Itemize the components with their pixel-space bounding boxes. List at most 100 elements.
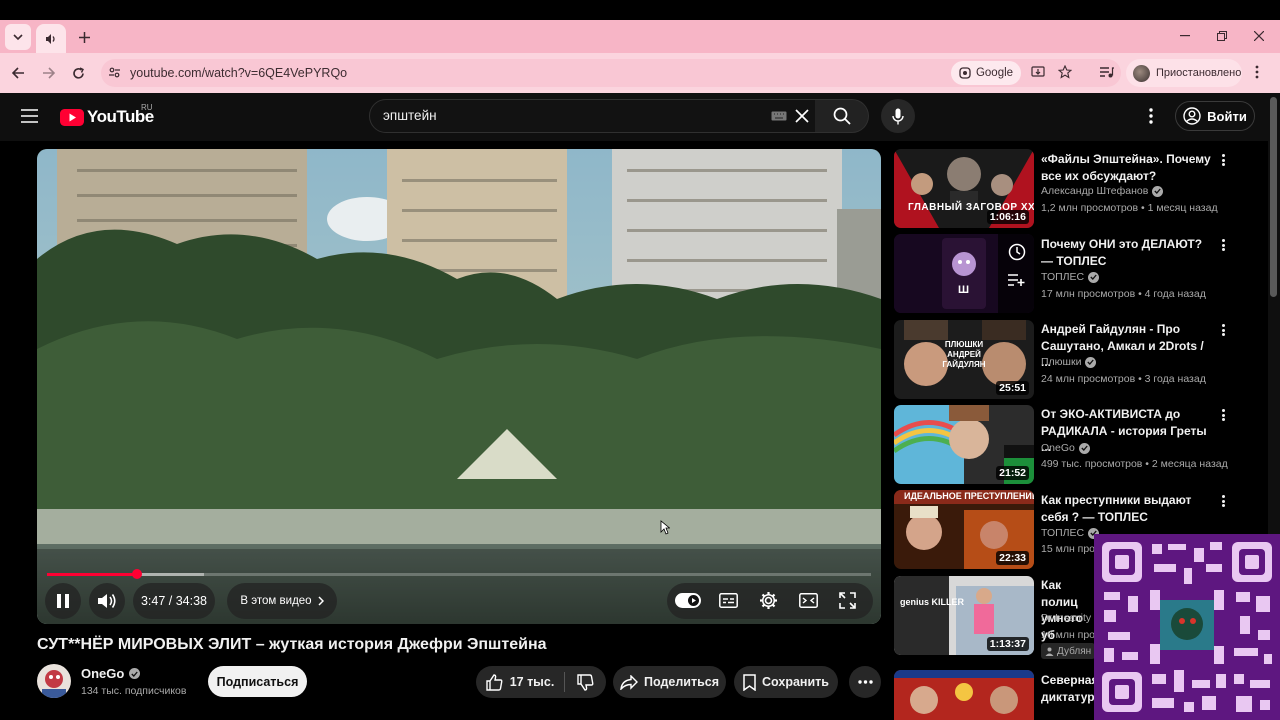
- recommendation-title[interactable]: Северная диктатур: [1041, 672, 1097, 705]
- reload-button[interactable]: [65, 60, 91, 86]
- channel-name[interactable]: OneGo: [81, 666, 124, 681]
- chapters-button[interactable]: В этом видео: [227, 583, 337, 619]
- recommendation-thumbnail[interactable]: genius KILLER 1:13:37: [894, 576, 1034, 655]
- active-tab[interactable]: [36, 24, 66, 53]
- recommendation-channel[interactable]: OneGo: [1041, 442, 1090, 454]
- recommendation-meta: 16 млн про: [1041, 629, 1096, 641]
- minimize-button[interactable]: [1172, 23, 1198, 49]
- chevron-right-icon: [318, 596, 324, 606]
- search-box[interactable]: эпштейн: [369, 99, 816, 133]
- new-tab-button[interactable]: [71, 24, 97, 50]
- pause-button[interactable]: [45, 583, 81, 619]
- add-to-queue-icon[interactable]: [1008, 273, 1026, 287]
- theater-icon: [799, 593, 818, 608]
- forward-button[interactable]: [35, 60, 61, 86]
- recommendation-thumbnail[interactable]: 21:52: [894, 405, 1034, 484]
- voice-search-button[interactable]: [881, 99, 915, 133]
- more-options-icon[interactable]: [1216, 152, 1230, 168]
- restore-icon: [1217, 31, 1227, 41]
- url-text[interactable]: youtube.com/watch?v=6QE4VePYRQo: [130, 66, 347, 80]
- chevron-down-icon: [13, 34, 23, 41]
- channel-name: OneGo: [1041, 442, 1075, 454]
- save-button[interactable]: Сохранить: [734, 666, 838, 698]
- recommendation-thumbnail[interactable]: ИДЕАЛЬНОЕ ПРЕСТУПЛЕНИЕ 22:33: [894, 490, 1034, 569]
- google-chip-label: Google: [975, 67, 1014, 79]
- google-lens-chip[interactable]: Google: [951, 61, 1021, 85]
- recommendation-thumbnail[interactable]: Ш: [894, 234, 1034, 313]
- recommendation-thumbnail[interactable]: [894, 670, 1034, 720]
- search-input[interactable]: эпштейн: [383, 108, 437, 123]
- more-options-icon[interactable]: [1216, 322, 1230, 338]
- thumbnail-caption: Ш: [958, 284, 970, 296]
- verified-icon: [1078, 442, 1090, 454]
- more-options-icon[interactable]: [1216, 407, 1230, 423]
- settings-menu-icon[interactable]: [1149, 108, 1153, 124]
- recommendation-meta: 1,2 млн просмотров • 1 месяц назад: [1041, 202, 1218, 214]
- recommendation-thumbnail[interactable]: ПЛЮШКИ АНДРЕЙ ГАЙДУЛЯН 25:51: [894, 320, 1034, 399]
- clear-search-icon[interactable]: [795, 109, 809, 123]
- scrollbar-thumb[interactable]: [1270, 97, 1277, 297]
- more-options-icon[interactable]: [1216, 493, 1230, 509]
- recommendation-channel[interactable]: Александр Штефанов: [1041, 185, 1164, 197]
- subscriber-count: 134 тыс. подписчиков: [81, 685, 187, 697]
- thumbnail-image: [894, 670, 1034, 720]
- settings-button[interactable]: [759, 591, 778, 610]
- keyboard-icon[interactable]: [771, 111, 787, 121]
- dubbed-label: Дублян: [1057, 645, 1092, 657]
- media-queue-icon[interactable]: [1099, 65, 1114, 79]
- subscribe-button[interactable]: Подписаться: [208, 666, 307, 697]
- qr-code-overlay: [1094, 534, 1280, 720]
- account-icon: [1183, 107, 1201, 125]
- recommendation-thumbnail[interactable]: ГЛАВНЫЙ ЗАГОВОР XXI ВЕКА 1:06:16: [894, 149, 1034, 228]
- tab-search-button[interactable]: [5, 24, 31, 50]
- recommendation-channel[interactable]: ТОПЛЕС: [1041, 271, 1100, 283]
- channel-name: ТОПЛЕС: [1041, 271, 1085, 283]
- thumbnail-caption: ИДЕАЛЬНОЕ ПРЕСТУПЛЕНИЕ: [904, 491, 1034, 501]
- qr-code-image: [1094, 534, 1280, 720]
- restore-button[interactable]: [1209, 23, 1235, 49]
- dislike-button[interactable]: [566, 666, 604, 698]
- site-info-icon[interactable]: [108, 66, 121, 79]
- profile-button[interactable]: Приостановлено: [1126, 59, 1242, 87]
- autoplay-toggle[interactable]: [675, 593, 701, 608]
- signin-label: Войти: [1207, 108, 1247, 124]
- minimize-icon: [1180, 35, 1190, 37]
- person-icon: [1045, 647, 1054, 656]
- verified-icon: [129, 668, 141, 679]
- channel-name-row[interactable]: OneGo: [81, 666, 141, 681]
- back-button[interactable]: [5, 60, 31, 86]
- search-button[interactable]: [815, 99, 869, 133]
- recommendation-title[interactable]: «Файлы Эпштейна». Почему все их обсуждаю…: [1041, 151, 1211, 184]
- more-actions-button[interactable]: [849, 666, 881, 698]
- close-window-button[interactable]: [1246, 23, 1272, 49]
- watch-later-icon[interactable]: [1008, 243, 1026, 261]
- hamburger-menu-icon[interactable]: [21, 109, 38, 123]
- like-button[interactable]: 17 тыс.: [476, 666, 564, 698]
- recommendation-channel[interactable]: ТОПЛЕС: [1041, 527, 1100, 539]
- volume-button[interactable]: [89, 583, 125, 619]
- scrubber-handle[interactable]: [132, 569, 142, 579]
- verified-icon: [1085, 356, 1097, 368]
- speaker-audio-icon: [45, 33, 55, 44]
- recommendation-title[interactable]: Как преступники выдают себя ? — ТОПЛЕС: [1041, 492, 1211, 525]
- recommendation-channel[interactable]: Dr Insanity: [1041, 612, 1091, 624]
- signin-button[interactable]: Войти: [1175, 101, 1255, 131]
- recommendation-title[interactable]: Почему ОНИ это ДЕЛАЮТ? — ТОПЛЕС: [1041, 236, 1211, 269]
- install-app-icon[interactable]: [1031, 65, 1045, 79]
- video-player[interactable]: 3:47 / 34:38 В этом видео: [37, 149, 881, 624]
- fullscreen-button[interactable]: [839, 592, 856, 609]
- share-button[interactable]: Поделиться: [613, 666, 726, 698]
- more-options-icon[interactable]: [1216, 237, 1230, 253]
- dubbed-badge: Дублян: [1041, 643, 1096, 659]
- youtube-play-logo-icon: [60, 108, 84, 126]
- video-duration: 22:33: [996, 551, 1029, 565]
- subtitles-button[interactable]: [719, 593, 738, 608]
- bookmark-star-icon[interactable]: [1058, 65, 1072, 79]
- search-icon: [833, 107, 851, 125]
- browser-menu-icon[interactable]: [1255, 65, 1259, 79]
- recommendation-meta: 17 млн просмотров • 4 года назад: [1041, 288, 1206, 300]
- youtube-logo[interactable]: YouTube: [60, 107, 154, 127]
- channel-avatar[interactable]: [37, 664, 71, 698]
- recommendation-channel[interactable]: Плюшки: [1041, 356, 1097, 368]
- theater-mode-button[interactable]: [799, 593, 818, 608]
